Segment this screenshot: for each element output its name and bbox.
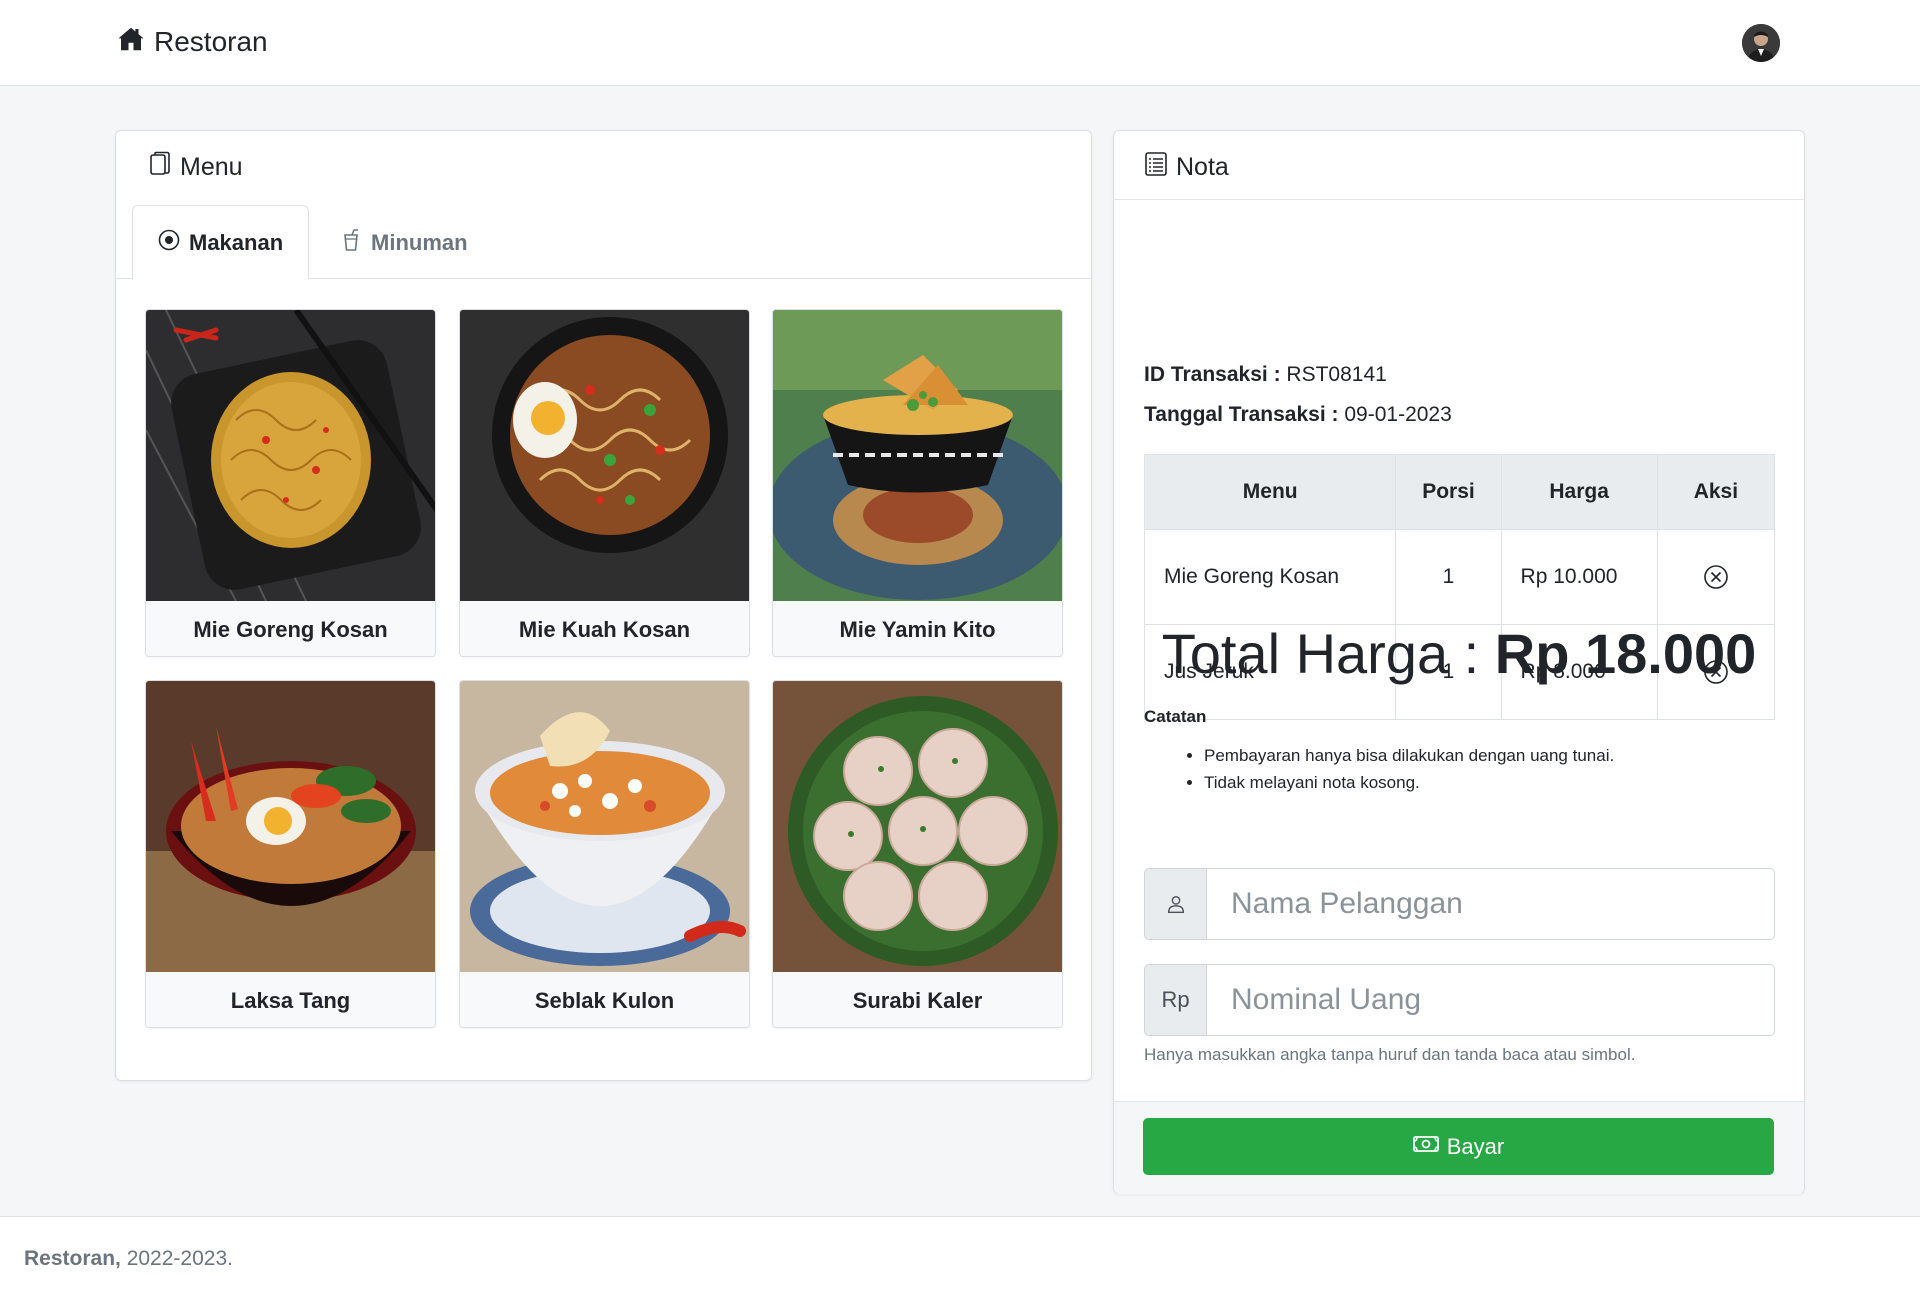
book-icon bbox=[148, 151, 172, 184]
transaction-date-value: 09-01-2023 bbox=[1344, 403, 1452, 426]
row-menu: Mie Goreng Kosan bbox=[1143, 529, 1397, 625]
tab-minuman-label: Minuman bbox=[371, 229, 468, 255]
total-price: Total Harga : Rp 18.000 bbox=[1114, 621, 1804, 686]
tab-makanan[interactable]: Makanan bbox=[132, 205, 309, 280]
transaction-id-value: RST08141 bbox=[1286, 363, 1387, 386]
person-icon bbox=[1145, 869, 1207, 939]
menu-item-name: Laksa Tang bbox=[146, 972, 435, 1027]
laksa-tang-image bbox=[146, 681, 435, 972]
menu-item-name: Surabi Kaler bbox=[773, 972, 1062, 1027]
pay-button-label: Bayar bbox=[1446, 1133, 1505, 1159]
menu-item-mie-yamin-kito[interactable]: Mie Yamin Kito bbox=[772, 309, 1063, 657]
transaction-date-label: Tanggal Transaksi : bbox=[1144, 403, 1339, 426]
list-item: Pembayaran hanya bisa dilakukan dengan u… bbox=[1204, 742, 1614, 769]
receipt-icon bbox=[1144, 151, 1168, 184]
menu-item-name: Mie Kuah Kosan bbox=[460, 601, 749, 656]
mie-yamin-kito-image bbox=[773, 310, 1062, 601]
surabi-kaler-image bbox=[773, 681, 1062, 972]
cash-icon bbox=[1412, 1134, 1439, 1160]
menu-item-mie-goreng-kosan[interactable]: Mie Goreng Kosan bbox=[145, 309, 436, 657]
tab-minuman[interactable]: Minuman bbox=[315, 205, 492, 280]
currency-addon: Rp bbox=[1145, 965, 1207, 1035]
footer-brand: Restoran, bbox=[24, 1247, 121, 1270]
seblak-kulon-image bbox=[460, 681, 749, 972]
footer-years: 2022-2023. bbox=[120, 1247, 233, 1270]
col-menu: Menu bbox=[1143, 454, 1397, 530]
menu-item-name: Mie Goreng Kosan bbox=[146, 601, 435, 656]
navbar: Restoran bbox=[0, 0, 1920, 86]
transaction-date: Tanggal Transaksi : 09-01-2023 bbox=[1144, 403, 1452, 427]
menu-card: Menu Makanan Minuman Mie Goreng Kosan Mi… bbox=[115, 130, 1092, 1081]
transaction-id-label: ID Transaksi : bbox=[1144, 363, 1281, 386]
menu-item-name: Seblak Kulon bbox=[460, 972, 749, 1027]
mie-goreng-kosan-image bbox=[146, 310, 435, 601]
nota-table-header: Menu Porsi Harga Aksi bbox=[1143, 454, 1776, 530]
row-aksi bbox=[1656, 529, 1776, 625]
remove-item-icon[interactable] bbox=[1703, 564, 1729, 590]
money-help-text: Hanya masukkan angka tanpa huruf dan tan… bbox=[1144, 1045, 1636, 1064]
catatan-list: Pembayaran hanya bisa dilakukan dengan u… bbox=[1204, 742, 1614, 796]
menu-item-seblak-kulon[interactable]: Seblak Kulon bbox=[459, 680, 750, 1028]
pay-button[interactable]: Bayar bbox=[1143, 1118, 1774, 1175]
transaction-id: ID Transaksi : RST08141 bbox=[1144, 363, 1387, 387]
col-porsi: Porsi bbox=[1395, 454, 1502, 530]
menu-item-mie-kuah-kosan[interactable]: Mie Kuah Kosan bbox=[459, 309, 750, 657]
brand-name: Restoran bbox=[154, 25, 268, 57]
customer-name-input[interactable] bbox=[1207, 869, 1774, 939]
col-aksi: Aksi bbox=[1656, 454, 1776, 530]
nota-card-title: Nota bbox=[1144, 151, 1229, 184]
menu-title-text: Menu bbox=[180, 153, 243, 181]
cup-icon bbox=[339, 228, 363, 258]
menu-item-laksa-tang[interactable]: Laksa Tang bbox=[145, 680, 436, 1028]
total-label: Total Harga : bbox=[1161, 622, 1480, 685]
menu-item-surabi-kaler[interactable]: Surabi Kaler bbox=[772, 680, 1063, 1028]
brand-link[interactable]: Restoran bbox=[116, 24, 268, 59]
nota-title-text: Nota bbox=[1176, 153, 1229, 181]
house-icon bbox=[116, 24, 146, 59]
catatan-title: Catatan bbox=[1144, 707, 1207, 726]
row-porsi: 1 bbox=[1395, 529, 1502, 625]
list-item: Tidak melayani nota kosong. bbox=[1204, 769, 1614, 796]
menu-card-title: Menu bbox=[148, 151, 243, 184]
nota-card: Nota ID Transaksi : RST08141 Tanggal Tra… bbox=[1113, 130, 1805, 1194]
money-amount-input[interactable] bbox=[1207, 965, 1774, 1035]
food-icon bbox=[157, 228, 181, 258]
user-avatar[interactable] bbox=[1742, 24, 1780, 62]
menu-tabs: Makanan Minuman bbox=[116, 205, 1091, 280]
table-row: Mie Goreng Kosan 1 Rp 10.000 bbox=[1143, 529, 1776, 625]
nota-header-divider bbox=[1114, 199, 1804, 200]
customer-name-group bbox=[1144, 868, 1775, 940]
mie-kuah-kosan-image bbox=[460, 310, 749, 601]
row-harga: Rp 10.000 bbox=[1500, 529, 1658, 625]
page-footer: Restoran, 2022-2023. bbox=[0, 1216, 1920, 1303]
col-harga: Harga bbox=[1500, 454, 1658, 530]
footer-text: Restoran, 2022-2023. bbox=[24, 1247, 233, 1271]
tab-makanan-label: Makanan bbox=[189, 229, 284, 255]
menu-item-name: Mie Yamin Kito bbox=[773, 601, 1062, 656]
total-value: Rp 18.000 bbox=[1494, 622, 1757, 685]
money-amount-group: Rp bbox=[1144, 964, 1775, 1036]
